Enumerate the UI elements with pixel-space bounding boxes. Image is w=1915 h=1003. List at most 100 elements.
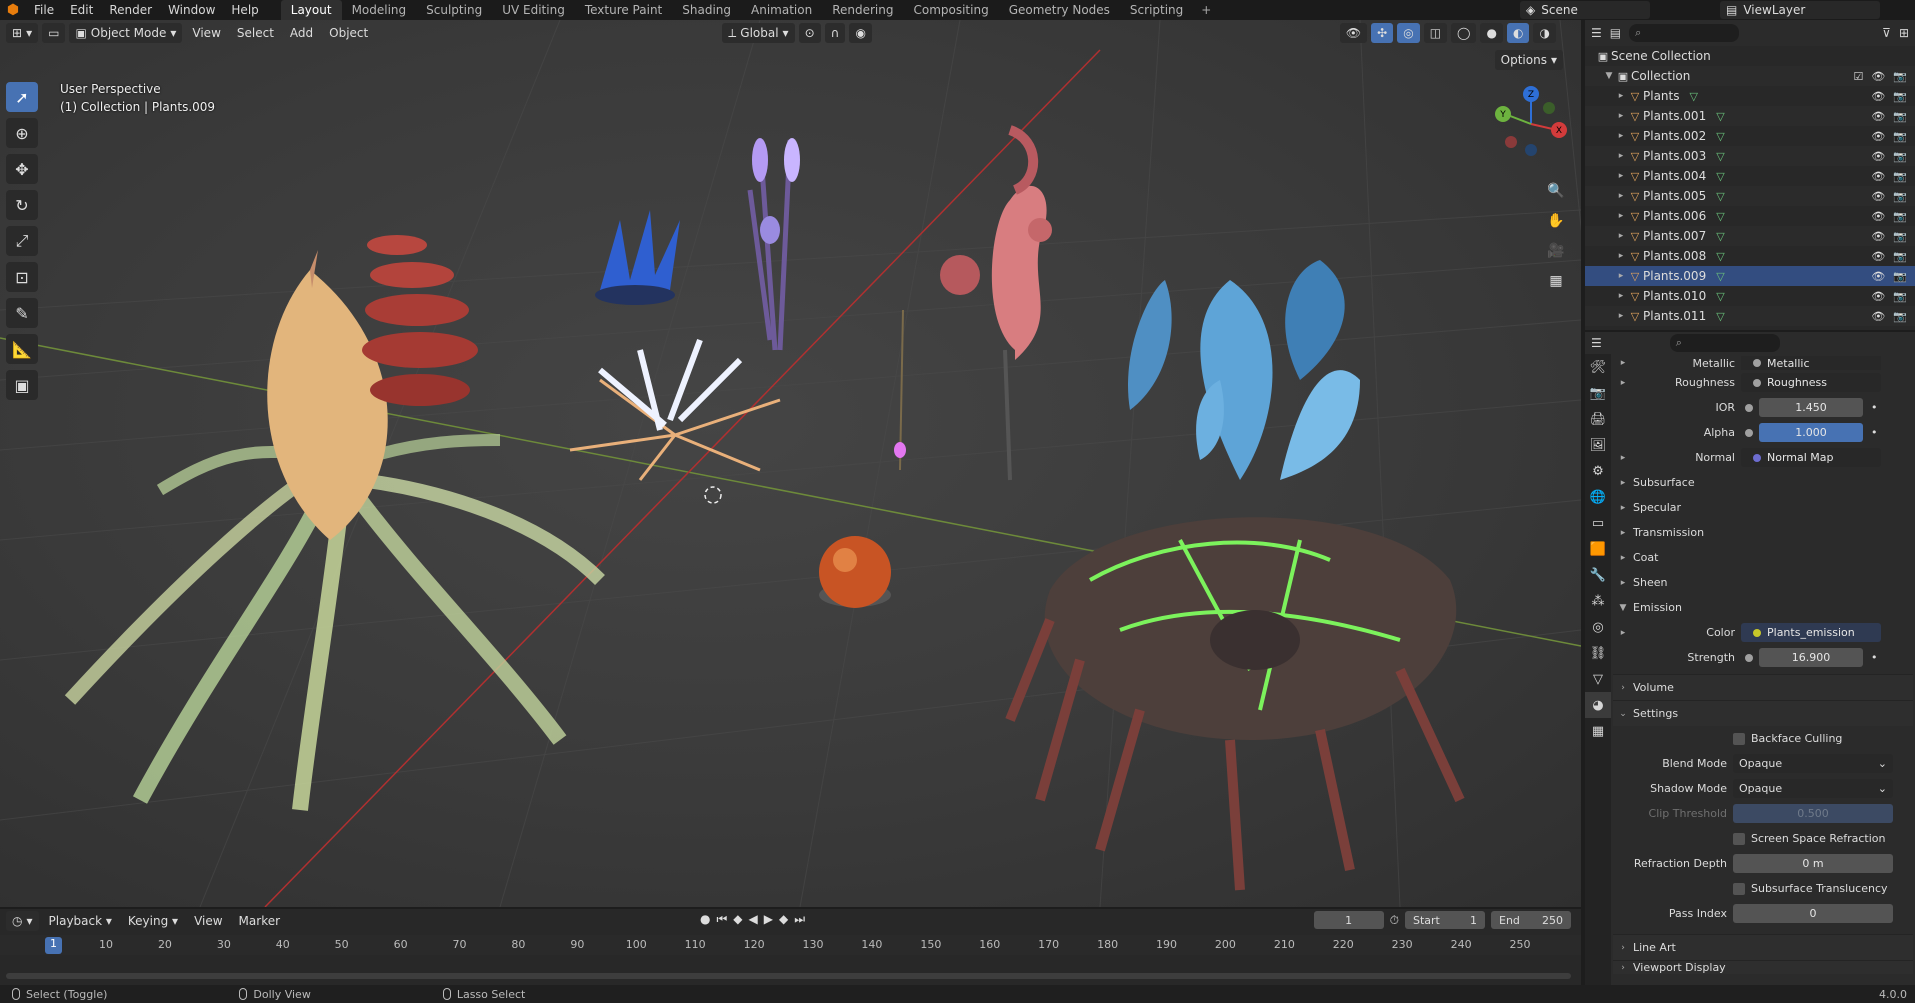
subpanel-row[interactable]: ▸ Coat	[1613, 545, 1913, 570]
plant-blue-crystal[interactable]	[595, 210, 680, 305]
measure-tool[interactable]: 📐	[6, 334, 38, 364]
view-layer-selector[interactable]: ▤ ViewLayer	[1720, 1, 1880, 19]
backface-culling-row[interactable]: Backface Culling	[1613, 726, 1913, 751]
filter-icon[interactable]: ⊽	[1882, 26, 1891, 40]
backface-culling-checkbox[interactable]	[1733, 732, 1745, 745]
subpanel-row[interactable]: ▸ Specular	[1613, 495, 1913, 520]
subsurface-translucency-checkbox[interactable]	[1733, 882, 1745, 895]
refraction-depth-field[interactable]: 0 m	[1733, 854, 1893, 873]
expand-arrow-icon[interactable]: ▸	[1613, 378, 1633, 388]
outliner-item[interactable]: ▸ ▽ Plants.006 ▽ 👁 📷	[1585, 206, 1915, 226]
subpanel-row[interactable]: ▸ Subsurface	[1613, 470, 1913, 495]
tab-compositing[interactable]: Compositing	[903, 0, 998, 20]
plant-green-creature[interactable]	[1005, 517, 1465, 891]
volume-panel-header[interactable]: › Volume	[1613, 674, 1913, 700]
camera-icon[interactable]: 📷	[1893, 110, 1907, 123]
proportional-edit-button[interactable]: ◉	[849, 23, 872, 43]
gizmo-toggle[interactable]: ✣	[1371, 23, 1394, 43]
mesh-data-icon[interactable]: ▽	[1716, 190, 1724, 203]
jump-start-icon[interactable]: ⏮	[716, 912, 727, 927]
scene-collection-row[interactable]: ▣ Scene Collection	[1585, 46, 1915, 66]
end-frame-field[interactable]: End 250	[1491, 911, 1571, 929]
metallic-link[interactable]: Metallic	[1741, 356, 1881, 370]
expand-arrow-icon[interactable]: ▸	[1615, 291, 1627, 301]
eye-icon[interactable]: 👁	[1871, 110, 1885, 123]
shadow-mode-dropdown[interactable]: Opaque ⌄	[1733, 779, 1893, 798]
tab-modeling[interactable]: Modeling	[342, 0, 417, 20]
modifier-tab-icon[interactable]: 🔧	[1585, 562, 1611, 588]
physics-tab-icon[interactable]: ◎	[1585, 614, 1611, 640]
current-frame-field[interactable]: 1	[1313, 911, 1384, 929]
scale-tool[interactable]: ⤢	[6, 226, 38, 256]
outliner-item[interactable]: ▸ ▽ Plants.005 ▽ 👁 📷	[1585, 186, 1915, 206]
normal-link[interactable]: Normal Map	[1741, 448, 1881, 467]
menu-edit[interactable]: Edit	[62, 0, 101, 20]
grid-view-icon[interactable]: ▦	[1543, 268, 1569, 294]
prev-keyframe-icon[interactable]: ◆	[733, 912, 742, 927]
timeline-ruler[interactable]: 1 10 20 30 40 50 60 70 80 90 100 110 120 130 140 150 160…	[0, 935, 1581, 955]
view-layer-tab-icon[interactable]: 🖼	[1585, 432, 1611, 458]
camera-icon[interactable]: 📷	[1893, 90, 1907, 103]
expand-arrow-icon[interactable]: ▸	[1615, 211, 1627, 221]
mesh-data-icon[interactable]: ▽	[1716, 130, 1724, 143]
pivot-point-button[interactable]: ⊙	[798, 23, 821, 43]
expand-arrow-icon[interactable]: ▸	[1613, 358, 1633, 368]
camera-icon[interactable]: 🎥	[1543, 238, 1569, 264]
blend-mode-dropdown[interactable]: Opaque ⌄	[1733, 754, 1893, 773]
expand-arrow-icon[interactable]: ▸	[1613, 478, 1633, 488]
camera-icon[interactable]: 📷	[1893, 250, 1907, 263]
tab-geometry-nodes[interactable]: Geometry Nodes	[999, 0, 1120, 20]
line-art-panel-header[interactable]: › Line Art	[1613, 934, 1913, 960]
scene-tab-icon[interactable]: ⚙	[1585, 458, 1611, 484]
eye-icon[interactable]: 👁	[1871, 210, 1885, 223]
visibility-button[interactable]: 👁	[1339, 23, 1368, 43]
plant-white-flower[interactable]	[569, 338, 781, 481]
shading-rendered[interactable]: ◑	[1533, 23, 1556, 43]
record-icon[interactable]: ●	[700, 912, 710, 927]
transform-orientation-dropdown[interactable]: ⟂ Global ▾	[722, 23, 795, 43]
tool-tab-icon[interactable]: 🛠	[1585, 354, 1611, 380]
display-mode-icon[interactable]: ▤	[1610, 26, 1621, 40]
snap-button[interactable]: ∩	[824, 23, 846, 43]
subpanel-row[interactable]: ▸ Sheen	[1613, 570, 1913, 595]
expand-arrow-icon[interactable]: ▸	[1615, 231, 1627, 241]
keyframe-dot-icon[interactable]: •	[1871, 401, 1878, 414]
add-workspace-icon[interactable]: +	[1193, 0, 1219, 20]
viewport-menu-object[interactable]: Object	[323, 23, 374, 43]
expand-arrow-icon[interactable]: ▸	[1615, 151, 1627, 161]
mesh-data-icon[interactable]: ▽	[1716, 270, 1724, 283]
collapse-arrow-icon[interactable]: ▼	[1603, 71, 1615, 81]
shading-material[interactable]: ◐	[1506, 23, 1530, 43]
world-tab-icon[interactable]: 🌐	[1585, 484, 1611, 510]
expand-arrow-icon[interactable]: ▸	[1613, 453, 1633, 463]
screen-space-refraction-checkbox[interactable]	[1733, 832, 1745, 845]
navigation-gizmo[interactable]: Z X Y	[1491, 84, 1571, 164]
emission-row[interactable]: ▼ Emission	[1613, 595, 1913, 620]
mesh-data-icon[interactable]: ▽	[1716, 170, 1724, 183]
tab-sculpting[interactable]: Sculpting	[416, 0, 492, 20]
expand-arrow-icon[interactable]: ▸	[1613, 528, 1633, 538]
eye-icon[interactable]: 👁	[1871, 70, 1885, 83]
outliner-item[interactable]: ▸ ▽ Plants.008 ▽ 👁 📷	[1585, 246, 1915, 266]
timeline-menu-keying[interactable]: Keying ▾	[122, 911, 184, 931]
eye-icon[interactable]: 👁	[1871, 290, 1885, 303]
particles-tab-icon[interactable]: ⁂	[1585, 588, 1611, 614]
menu-render[interactable]: Render	[101, 0, 160, 20]
tab-texture-paint[interactable]: Texture Paint	[575, 0, 672, 20]
camera-icon[interactable]: 📷	[1893, 290, 1907, 303]
eye-icon[interactable]: 👁	[1871, 250, 1885, 263]
add-cube-tool[interactable]: ▣	[6, 370, 38, 400]
collapse-arrow-icon[interactable]: ▼	[1613, 603, 1633, 613]
keyframe-dot-icon[interactable]: •	[1871, 651, 1878, 664]
expand-arrow-icon[interactable]: ▸	[1615, 91, 1627, 101]
strength-field[interactable]: 16.900	[1759, 648, 1863, 667]
eye-icon[interactable]: 👁	[1871, 150, 1885, 163]
outliner-search-input[interactable]: ⌕	[1629, 24, 1740, 42]
screen-space-refraction-row[interactable]: Screen Space Refraction	[1613, 826, 1913, 851]
xray-toggle[interactable]: ◫	[1423, 23, 1448, 43]
shading-solid[interactable]: ●	[1480, 23, 1503, 43]
camera-icon[interactable]: 📷	[1893, 150, 1907, 163]
timeline-editor-button[interactable]: ◷ ▾	[6, 911, 39, 931]
expand-arrow-icon[interactable]: ▸	[1613, 578, 1633, 588]
ior-field[interactable]: 1.450	[1759, 398, 1863, 417]
